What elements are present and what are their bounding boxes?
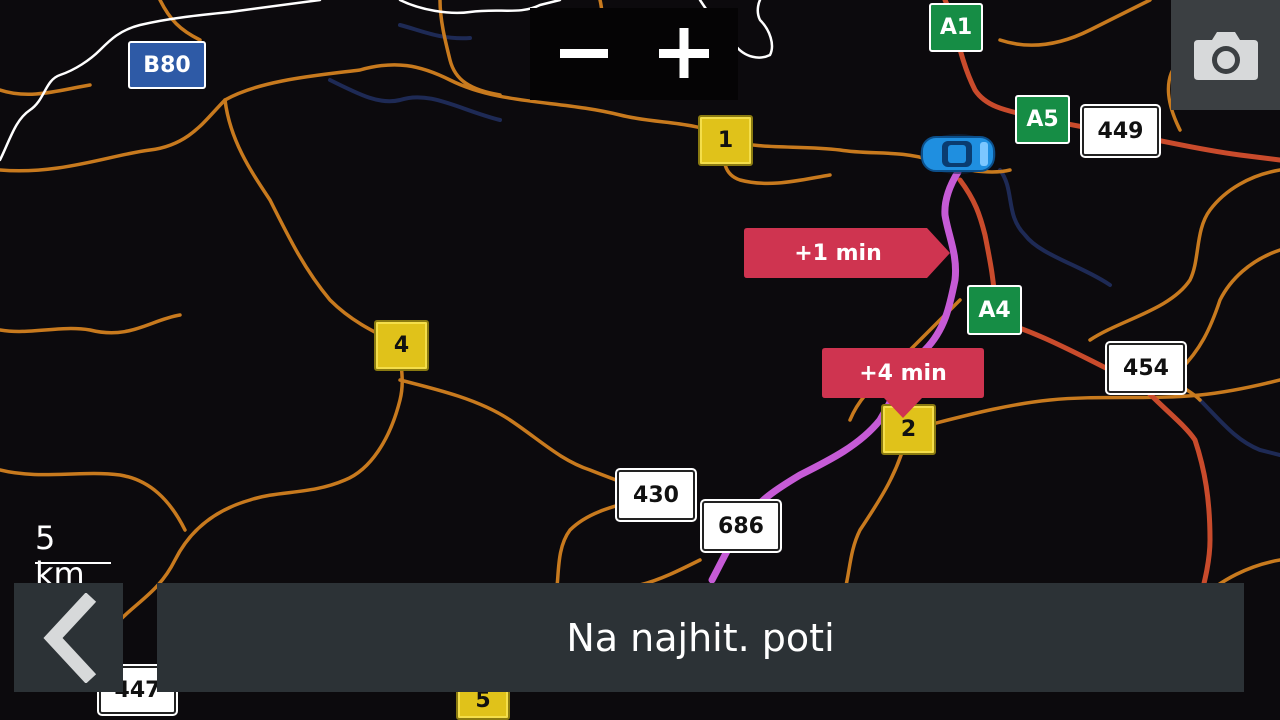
- scale-label: 5 km: [35, 519, 85, 593]
- road-shield-1: 1: [698, 115, 753, 166]
- road-shield-b80: B80: [128, 41, 206, 89]
- delay-bubble-2[interactable]: +4 min: [822, 348, 984, 420]
- zoom-in-button[interactable]: [644, 18, 724, 88]
- road-shield-a1: A1: [929, 3, 983, 52]
- route-status-text: Na najhit. poti: [566, 615, 835, 660]
- road-shield-454: 454: [1107, 343, 1185, 393]
- road-shield-a5: A5: [1015, 95, 1070, 144]
- scale-bar: [35, 562, 111, 564]
- camera-icon: [1193, 32, 1258, 80]
- zoom-out-button[interactable]: [544, 18, 624, 88]
- chevron-left-icon: [42, 592, 96, 683]
- delay-label-1: +1 min: [794, 240, 882, 266]
- road-shield-430: 430: [617, 470, 695, 520]
- car-icon: [920, 134, 996, 174]
- map-scale: 5 km: [33, 520, 113, 592]
- back-button[interactable]: [14, 583, 123, 692]
- delay-bubble-1[interactable]: +1 min: [744, 228, 952, 278]
- plus-icon: [659, 28, 709, 78]
- road-shield-686: 686: [702, 501, 780, 551]
- minus-icon: [560, 49, 608, 58]
- road-shield-a4: A4: [967, 285, 1022, 335]
- zoom-controls: [530, 8, 738, 100]
- delay-label-2: +4 min: [859, 360, 947, 386]
- road-shield-449: 449: [1082, 106, 1159, 156]
- camera-button[interactable]: [1171, 0, 1280, 110]
- road-shield-4: 4: [374, 320, 429, 371]
- route-status-bar[interactable]: Na najhit. poti: [157, 583, 1244, 692]
